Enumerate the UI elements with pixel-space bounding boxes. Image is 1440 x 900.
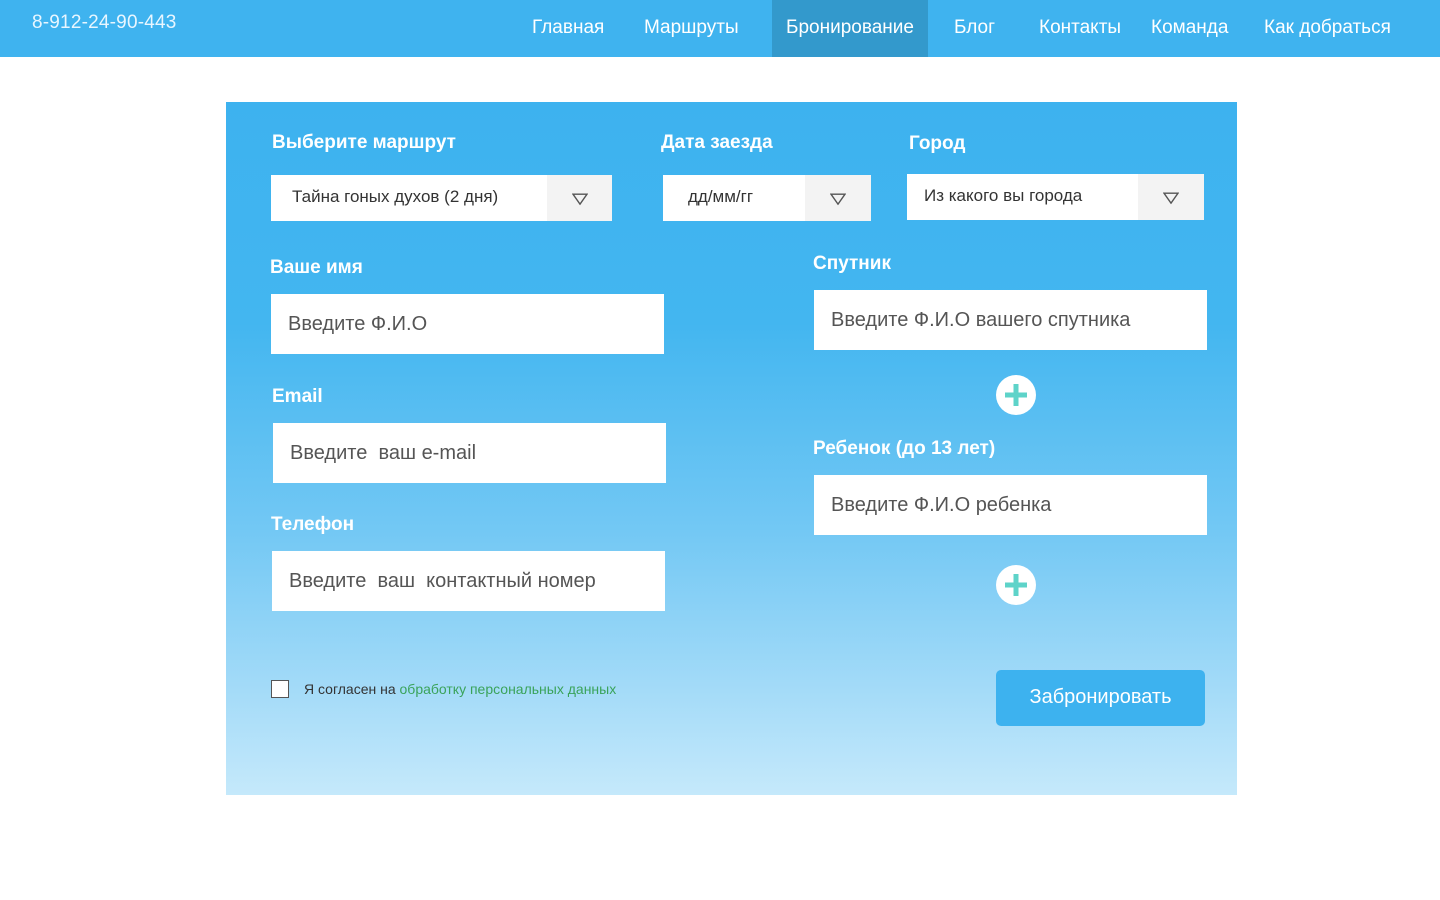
nav-item-booking[interactable]: Бронирование [772,0,928,57]
city-label: Город [909,133,966,154]
add-child-button[interactable] [996,565,1036,605]
companion-input[interactable] [814,290,1207,350]
consent-prefix: Я согласен на [304,681,400,697]
booking-form: Выберите маршрут Тайна гоных духов (2 дн… [226,102,1237,795]
date-label: Дата заезда [661,132,773,153]
add-companion-button[interactable] [996,375,1036,415]
chevron-down-icon [571,193,588,206]
route-select-arrow[interactable] [547,175,612,221]
date-select[interactable]: дд/мм/гг [663,175,871,221]
city-select-value: Из какого вы города [924,186,1083,205]
consent-text: Я согласен на обработку персональных дан… [304,681,616,697]
nav-item-team[interactable]: Команда [1140,0,1239,57]
plus-icon [1005,384,1027,406]
phone-input[interactable] [272,551,665,611]
phone-label: Телефон [271,514,355,535]
date-select-value: дд/мм/гг [688,187,754,206]
route-select-value: Тайна гоных духов (2 дня) [292,187,499,206]
consent-checkbox[interactable] [271,680,289,698]
consent-link[interactable]: обработку персональных данных [400,681,617,697]
route-select[interactable]: Тайна гоных духов (2 дня) [271,175,612,221]
route-label: Выберите маршрут [272,132,456,153]
chevron-down-icon [1163,192,1179,205]
date-select-arrow[interactable] [805,175,871,221]
email-input[interactable] [273,423,666,483]
nav-item-home[interactable]: Главная [520,0,616,57]
child-label: Ребенок (до 13 лет) [813,438,996,459]
nav-item-routes[interactable]: Маршруты [632,0,751,57]
chevron-down-icon [830,193,846,206]
companion-label: Спутник [813,253,891,274]
nav-item-blog[interactable]: Блог [942,0,1007,57]
plus-icon [1005,574,1027,596]
name-label: Ваше имя [270,257,363,278]
city-select[interactable]: Из какого вы города [907,174,1204,220]
nav-item-directions[interactable]: Как добраться [1252,0,1403,57]
submit-button[interactable]: Забронировать [996,670,1205,726]
email-label: Email [272,386,323,407]
nav-item-contacts[interactable]: Контакты [1027,0,1133,57]
city-select-arrow[interactable] [1138,174,1204,220]
top-navbar: 8-912-24-90-443 Главная Маршруты Брониро… [0,0,1440,57]
child-input[interactable] [814,475,1207,535]
header-phone: 8-912-24-90-443 [32,12,177,33]
name-input[interactable] [271,294,664,354]
